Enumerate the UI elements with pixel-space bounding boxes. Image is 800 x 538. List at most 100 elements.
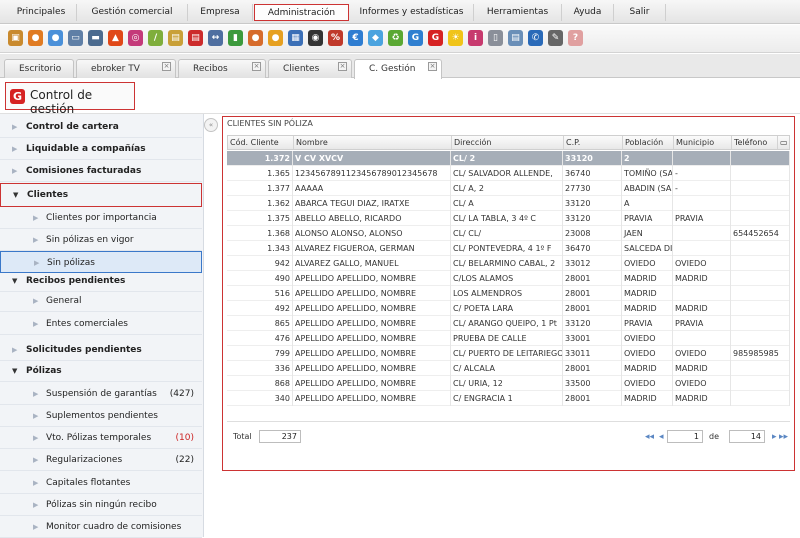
last-page-icon[interactable]: ▸▸: [779, 432, 788, 442]
menu-salir[interactable]: Salir: [614, 4, 666, 21]
user-blue-icon[interactable]: ●: [48, 30, 63, 46]
sidebar-item-clientes[interactable]: ▼ Clientes: [0, 183, 202, 207]
sidebar-item-control-cartera[interactable]: ▶ Control de cartera: [0, 116, 202, 138]
case-red-icon[interactable]: ▤: [188, 30, 203, 46]
sidebar-item-solicitudes[interactable]: ▶ Solicitudes pendientes: [0, 339, 202, 361]
table-row[interactable]: 1.362 ABARCA TEGUI DIAZ, IRATXE CL/ A 33120…: [227, 196, 790, 211]
sidebar-item-monitor-comisiones[interactable]: ▶ Monitor cuadro de comisiones: [0, 516, 202, 538]
menu-administracion[interactable]: Administración: [254, 4, 349, 21]
next-page-icon[interactable]: ▸: [772, 432, 777, 442]
sidebar-item-regularizaciones[interactable]: ▶ Regularizaciones (22): [0, 449, 202, 471]
sidebar-item-polizas-sin-recibo[interactable]: ▶ Pólizas sin ningún recibo: [0, 494, 202, 516]
card-icon[interactable]: ▬: [88, 30, 103, 46]
table-row[interactable]: 1.372 V CV XVCV CL/ 2 33120 2: [227, 151, 790, 166]
close-icon[interactable]: ×: [162, 62, 171, 71]
document-green-icon[interactable]: ▮: [228, 30, 243, 46]
menu-principales[interactable]: Principales: [6, 4, 77, 21]
diamond-icon[interactable]: ◆: [368, 30, 383, 46]
columns-menu-icon[interactable]: ▭: [778, 136, 790, 149]
page-icon[interactable]: ▯: [488, 30, 503, 46]
page-number-input[interactable]: 1: [667, 430, 703, 443]
phone-icon[interactable]: ✆: [528, 30, 543, 46]
table-row[interactable]: 492 APELLIDO APELLIDO, NOMBRE C/ POETA LAR…: [227, 301, 790, 316]
cell-codigo: 799: [227, 346, 293, 361]
menu-herramientas[interactable]: Herramientas: [474, 4, 562, 21]
sidebar-item-general[interactable]: ▶ General: [0, 290, 202, 312]
menu-gestion-comercial[interactable]: Gestión comercial: [77, 4, 188, 21]
target-icon[interactable]: ◎: [128, 30, 143, 46]
sidebar-item-suplementos[interactable]: ▶ Suplementos pendientes: [0, 405, 202, 427]
tab-recibos[interactable]: Recibos ×: [178, 59, 266, 78]
tab-escritorio[interactable]: Escritorio: [4, 59, 74, 78]
chart-icon[interactable]: ▦: [288, 30, 303, 46]
sidebar-item-vto-polizas[interactable]: ▶ Vto. Pólizas temporales (10): [0, 427, 202, 449]
euro-icon[interactable]: €: [348, 30, 363, 46]
pencil-icon[interactable]: /: [148, 30, 163, 46]
column-header-municipio[interactable]: Municipio: [674, 136, 732, 149]
sidebar-item-capitales[interactable]: ▶ Capitales flotantes: [0, 472, 202, 494]
arrows-icon[interactable]: ↔: [208, 30, 223, 46]
column-header-poblacion[interactable]: Población: [623, 136, 674, 149]
g-blue-icon[interactable]: G: [408, 30, 423, 46]
tab-ebroker-tv[interactable]: ebroker TV ×: [76, 59, 176, 78]
tab-clientes[interactable]: Clientes ×: [268, 59, 352, 78]
briefcase-icon[interactable]: ▤: [168, 30, 183, 46]
is-icon[interactable]: i: [468, 30, 483, 46]
prev-page-icon[interactable]: ◂: [659, 432, 664, 442]
column-header-nombre[interactable]: Nombre: [294, 136, 452, 149]
table-row[interactable]: 799 APELLIDO APELLIDO, NOMBRE CL/ PUERTO D…: [227, 346, 790, 361]
table-row[interactable]: 1.343 ALVAREZ FIGUEROA, GERMAN CL/ PONTEVE…: [227, 241, 790, 256]
chevron-right-icon: ▶: [12, 145, 18, 153]
sidebar-item-clientes-importancia[interactable]: ▶ Clientes por importancia: [0, 207, 202, 229]
column-header-direccion[interactable]: Dirección: [452, 136, 564, 149]
sidebar-item-comisiones[interactable]: ▶ Comisiones facturadas: [0, 160, 202, 182]
table-row[interactable]: 476 APELLIDO APELLIDO, NOMBRE PRUEBA DE CA…: [227, 331, 790, 346]
cell-codigo: 1.343: [227, 241, 293, 256]
box-icon[interactable]: ▣: [8, 30, 23, 46]
person-alt-icon[interactable]: ●: [268, 30, 283, 46]
globe-dark-icon[interactable]: ◉: [308, 30, 323, 46]
close-icon[interactable]: ×: [338, 62, 347, 71]
table-row[interactable]: 336 APELLIDO APELLIDO, NOMBRE C/ ALCALA 280…: [227, 361, 790, 376]
table-row[interactable]: 1.368 ALONSO ALONSO, ALONSO CL/ CL/23008 JA…: [227, 226, 790, 241]
collapse-sidebar-button[interactable]: «: [204, 118, 218, 132]
sidebar-item-sin-polizas-vigor[interactable]: ▶ Sin pólizas en vigor: [0, 229, 202, 251]
column-header-codigo[interactable]: Cód. Cliente: [228, 136, 294, 149]
sidebar-item-polizas[interactable]: ▼ Pólizas: [0, 360, 202, 382]
chevron-right-icon: ▶: [33, 320, 39, 328]
monitor-icon[interactable]: ▭: [68, 30, 83, 46]
sidebar-item-liquidable[interactable]: ▶ Liquidable a compañías: [0, 138, 202, 160]
table-row[interactable]: 942 ALVAREZ GALLO, MANUEL CL/ BELARMINO CA…: [227, 256, 790, 271]
lightbulb-icon[interactable]: ☀: [448, 30, 463, 46]
column-header-telefono[interactable]: Teléfono: [732, 136, 778, 149]
user-orange-icon[interactable]: ●: [28, 30, 43, 46]
menu-empresa[interactable]: Empresa: [188, 4, 253, 21]
fire-icon[interactable]: ▲: [108, 30, 123, 46]
menu-informes[interactable]: Informes y estadísticas: [350, 4, 474, 21]
table-row[interactable]: 1.375 ABELLO ABELLO, RICARDO CL/ LA TABLA,…: [227, 211, 790, 226]
percent-icon[interactable]: %: [328, 30, 343, 46]
table-row[interactable]: 490 APELLIDO APELLIDO, NOMBRE C/LOS ALAMOS…: [227, 271, 790, 286]
column-header-cp[interactable]: C.P.: [564, 136, 623, 149]
close-icon[interactable]: ×: [252, 62, 261, 71]
close-icon[interactable]: ×: [428, 62, 437, 71]
table-row[interactable]: 1.365 1234567891123456789012345678 CL/ SAL…: [227, 166, 790, 181]
help-icon[interactable]: ?: [568, 30, 583, 46]
table-row[interactable]: 340 APELLIDO APELLIDO, NOMBRE C/ ENGRACIA …: [227, 391, 790, 406]
table-row[interactable]: 865 APELLIDO APELLIDO, NOMBRE CL/ ARANGO Q…: [227, 316, 790, 331]
person-icon[interactable]: ●: [248, 30, 263, 46]
tools-icon[interactable]: ✎: [548, 30, 563, 46]
sidebar-item-entes-comerciales[interactable]: ▶ Entes comerciales: [0, 313, 202, 335]
g-red-icon[interactable]: G: [428, 30, 443, 46]
tab-c-gestion[interactable]: C. Gestión ×: [354, 59, 442, 79]
table-row[interactable]: 868 APELLIDO APELLIDO, NOMBRE CL/ URIA, 12…: [227, 376, 790, 391]
table-row[interactable]: 516 APELLIDO APELLIDO, NOMBRE LOS ALMENDRO…: [227, 286, 790, 301]
sidebar-item-suspension-garantias[interactable]: ▶ Suspensión de garantías (427): [0, 383, 202, 405]
menu-ayuda[interactable]: Ayuda: [562, 4, 614, 21]
recycle-icon[interactable]: ♻: [388, 30, 403, 46]
doc-icon[interactable]: ▤: [508, 30, 523, 46]
sidebar-item-recibos-pendientes[interactable]: ▼ Recibos pendientes: [0, 270, 202, 292]
table-row[interactable]: 1.377 AAAAA CL/ A, 2 27730 ABADIN (SA -: [227, 181, 790, 196]
first-page-icon[interactable]: ◂◂: [645, 432, 654, 442]
cell-nombre: ALVAREZ GALLO, MANUEL: [293, 256, 451, 271]
